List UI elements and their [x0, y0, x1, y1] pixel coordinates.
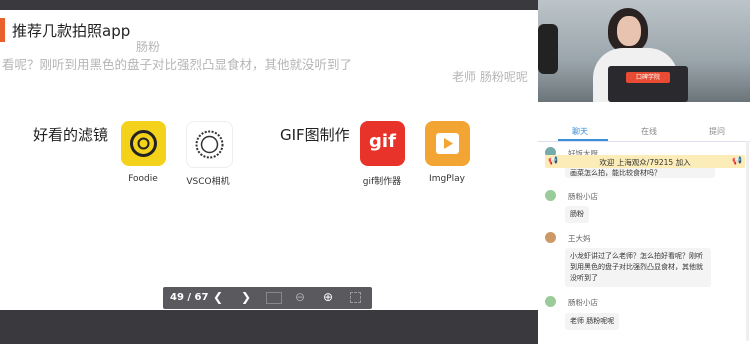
- chat-message: 老师 肠粉呢呢: [565, 313, 620, 330]
- app-name-vsco: VSCO相机: [186, 177, 230, 187]
- chat-message: 肠粉: [565, 206, 589, 223]
- chat-username: 肠粉小店: [568, 298, 598, 307]
- danmaku-comment: 老师 肠粉呢呢: [452, 70, 528, 84]
- page-indicator: 49 / 67: [170, 292, 209, 303]
- bottom-strip: [0, 310, 538, 344]
- title-accent-bar: [0, 18, 5, 42]
- gif-icon-text: gif: [369, 131, 396, 152]
- gif-maker-app-icon: gif: [360, 121, 405, 166]
- zoom-in-icon[interactable]: ⊕: [323, 290, 333, 304]
- zoom-out-icon[interactable]: ⊖: [295, 290, 305, 304]
- chat-scrollbar[interactable]: [746, 141, 749, 341]
- teacher-video: 口碑学院: [538, 0, 750, 102]
- tab-questions[interactable]: 提问: [709, 126, 725, 137]
- slide-title: 推荐几款拍照app: [12, 22, 131, 40]
- danmaku-comment: 肠粉: [136, 40, 161, 54]
- section-gif-label: GIF图制作: [280, 126, 350, 144]
- app-name-foodie: Foodie: [128, 174, 158, 184]
- megaphone-icon: 📢: [732, 156, 742, 165]
- brand-badge: 口碑学院: [626, 72, 670, 83]
- active-tab-underline: [558, 139, 608, 141]
- avatar: [545, 296, 556, 307]
- chat-message: 小龙虾讲过了么老师？怎么拍好看呢？刚听到用黑色的盘子对比强烈凸显食材，其他就没听…: [565, 248, 711, 287]
- foodie-app-icon: [121, 121, 166, 166]
- fit-page-icon[interactable]: [266, 292, 282, 304]
- chat-username: 肠粉小店: [568, 192, 598, 201]
- app-name-imgplay: ImgPlay: [429, 174, 465, 184]
- vsco-app-icon: [186, 121, 233, 168]
- laptop: 口碑学院: [608, 66, 688, 102]
- section-filter-label: 好看的滤镜: [33, 126, 109, 144]
- slide-pager: 49 / 67 ❮ ❯ ⊖ ⊕: [163, 287, 372, 309]
- top-bar: [0, 0, 538, 10]
- join-notice: 📢 欢迎 上海观众/79215 加入 📢: [545, 155, 745, 168]
- tab-online[interactable]: 在线: [641, 126, 657, 137]
- avatar: [545, 232, 556, 243]
- chat-username: 王大妈: [568, 234, 591, 243]
- prev-page-icon[interactable]: ❮: [213, 290, 223, 304]
- join-notice-text: 欢迎 上海观众/79215 加入: [599, 158, 691, 167]
- app-name-gif-maker: gif制作器: [362, 177, 402, 187]
- imgplay-app-icon: [425, 121, 470, 166]
- tab-chat[interactable]: 聊天: [572, 126, 588, 137]
- fullscreen-icon[interactable]: [350, 292, 361, 303]
- next-page-icon[interactable]: ❯: [241, 290, 251, 304]
- danmaku-comment: 看呢？刚听到用黑色的盘子对比强烈凸显食材，其他就没听到了: [2, 57, 353, 72]
- avatar: [545, 190, 556, 201]
